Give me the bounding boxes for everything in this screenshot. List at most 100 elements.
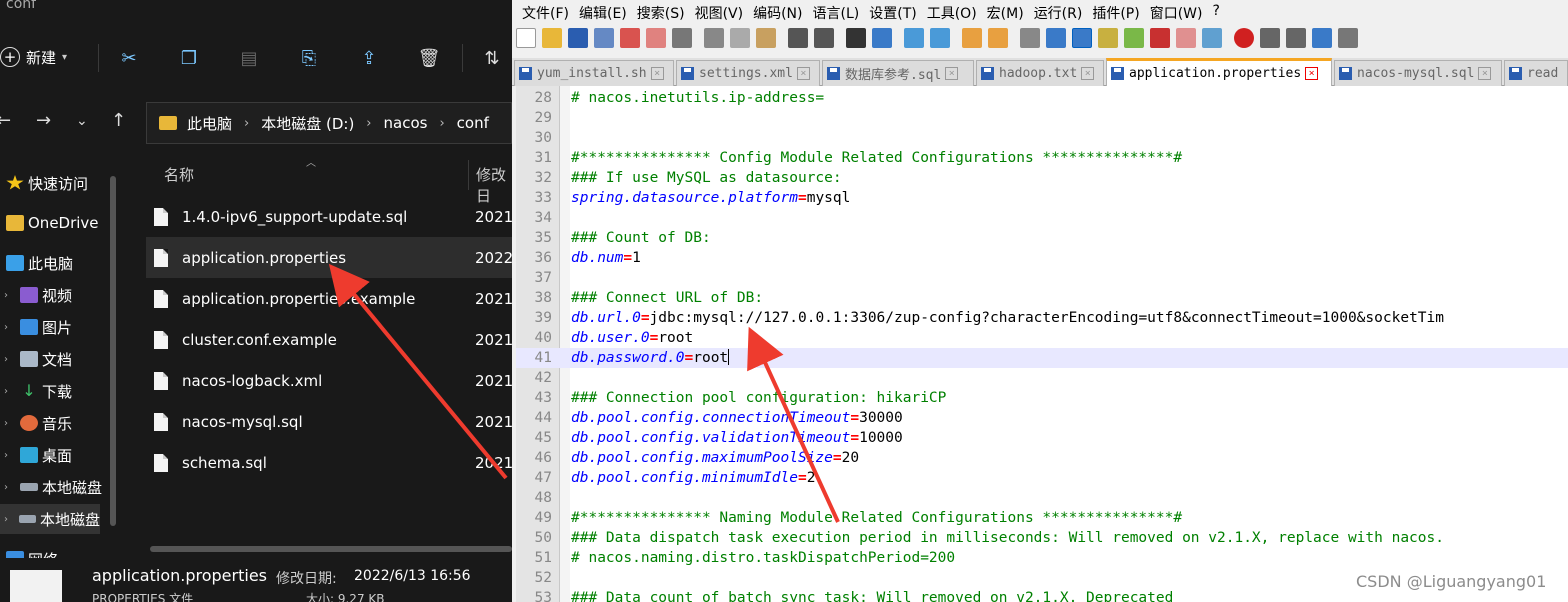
code-editor[interactable]: 28 # nacos.inetutils.ip-address= 29 30 31 #**… bbox=[516, 86, 1568, 602]
code-line[interactable]: 32 ### If use MySQL as datasource: bbox=[516, 168, 1568, 188]
code-line[interactable]: 38 ### Connect URL of DB: bbox=[516, 288, 1568, 308]
close-icon[interactable]: × bbox=[650, 67, 664, 80]
file-list-scrollbar[interactable] bbox=[150, 546, 512, 552]
tab-nacos-mysql[interactable]: nacos-mysql.sql × bbox=[1334, 60, 1502, 86]
code-line[interactable]: 29 bbox=[516, 108, 1568, 128]
udl-icon[interactable] bbox=[1098, 28, 1118, 48]
column-divider[interactable] bbox=[468, 160, 469, 190]
function-list-icon[interactable] bbox=[1150, 28, 1170, 48]
close-icon[interactable]: × bbox=[1478, 67, 1492, 80]
close-icon[interactable]: × bbox=[1305, 67, 1319, 80]
sidebar-item-local-disk-selected[interactable]: › 本地磁盘 bbox=[0, 504, 100, 534]
sidebar-item-pictures[interactable]: › 图片 bbox=[0, 312, 72, 342]
print-icon[interactable] bbox=[672, 28, 692, 48]
breadcrumb-item[interactable]: conf bbox=[457, 114, 489, 132]
expand-icon[interactable]: › bbox=[4, 514, 13, 525]
expand-icon[interactable]: › bbox=[4, 418, 14, 429]
code-line[interactable]: 33 spring.datasource.platform=mysql bbox=[516, 188, 1568, 208]
close-icon[interactable]: × bbox=[796, 67, 810, 80]
forward-arrow-icon[interactable]: → bbox=[36, 110, 51, 131]
sidebar-item-downloads[interactable]: › ↓ 下载 bbox=[0, 376, 72, 406]
code-line[interactable]: 40 db.user.0=root bbox=[516, 328, 1568, 348]
folder-workspace-icon[interactable] bbox=[1176, 28, 1196, 48]
code-line[interactable]: 39 db.url.0=jdbc:mysql://127.0.0.1:3306/z… bbox=[516, 308, 1568, 328]
cut-icon[interactable]: ✂ bbox=[117, 46, 141, 70]
share-icon[interactable]: ⇪ bbox=[357, 46, 381, 70]
file-row[interactable]: schema.sql 2021 bbox=[146, 442, 512, 483]
menu-item[interactable]: 运行(R) bbox=[1024, 0, 1083, 24]
menu-item[interactable]: 编码(N) bbox=[743, 0, 802, 24]
sync-vertical-icon[interactable] bbox=[962, 28, 982, 48]
file-row-selected[interactable]: application.properties 2022 bbox=[146, 237, 512, 278]
sidebar-item-desktop[interactable]: › 桌面 bbox=[0, 440, 72, 470]
code-line[interactable]: 34 bbox=[516, 208, 1568, 228]
delete-icon[interactable]: 🗑 bbox=[417, 46, 441, 70]
file-row[interactable]: cluster.conf.example 2021 bbox=[146, 319, 512, 360]
sort-icon[interactable]: ⇅ bbox=[480, 46, 504, 70]
up-arrow-icon[interactable]: ↑ bbox=[111, 110, 126, 131]
redo-icon[interactable] bbox=[814, 28, 834, 48]
file-row[interactable]: application.properties.example 2021 bbox=[146, 278, 512, 319]
paste-icon[interactable] bbox=[756, 28, 776, 48]
close-all-icon[interactable] bbox=[646, 28, 666, 48]
code-line[interactable]: 44 db.pool.config.connectionTimeout=30000 bbox=[516, 408, 1568, 428]
menu-item[interactable]: 编辑(E) bbox=[569, 0, 627, 24]
code-line[interactable]: 30 bbox=[516, 128, 1568, 148]
menu-item[interactable]: 宏(M) bbox=[977, 0, 1024, 24]
code-line[interactable]: 43 ### Connection pool configuration: hik… bbox=[516, 388, 1568, 408]
cut-icon[interactable] bbox=[704, 28, 724, 48]
sidebar-item-videos[interactable]: › 视频 bbox=[0, 280, 72, 310]
tab-settings-xml[interactable]: settings.xml × bbox=[676, 60, 820, 86]
menu-item[interactable]: 语言(L) bbox=[803, 0, 860, 24]
close-icon[interactable]: × bbox=[1081, 67, 1095, 80]
menu-item[interactable]: 视图(V) bbox=[685, 0, 744, 24]
column-header-name[interactable]: 名称 bbox=[164, 164, 194, 185]
rename-icon[interactable]: ⎘ bbox=[297, 46, 321, 70]
play-macro-icon[interactable] bbox=[1286, 28, 1306, 48]
paste-icon[interactable]: ▤ bbox=[237, 46, 261, 70]
sidebar-item-quick-access[interactable]: 快速访问 bbox=[0, 168, 88, 198]
stop-macro-icon[interactable] bbox=[1260, 28, 1280, 48]
new-button[interactable]: + 新建 ▾ bbox=[0, 42, 67, 72]
zoom-out-icon[interactable] bbox=[930, 28, 950, 48]
undo-icon[interactable] bbox=[788, 28, 808, 48]
address-bar[interactable]: 此电脑 › 本地磁盘 (D:) › nacos › conf bbox=[146, 102, 512, 144]
recent-chevron-icon[interactable]: ⌄ bbox=[76, 113, 88, 129]
sidebar-item-local-disk[interactable]: › 本地磁盘 bbox=[0, 472, 102, 502]
menu-item[interactable]: 文件(F) bbox=[512, 0, 569, 24]
code-line[interactable]: 46 db.pool.config.maximumPoolSize=20 bbox=[516, 448, 1568, 468]
menu-item[interactable]: 插件(P) bbox=[1082, 0, 1139, 24]
sidebar-scrollbar[interactable] bbox=[110, 176, 116, 526]
sidebar-item-onedrive[interactable]: OneDrive bbox=[0, 208, 99, 238]
doc-map-icon[interactable] bbox=[1124, 28, 1144, 48]
file-row[interactable]: 1.4.0-ipv6_support-update.sql 2021 bbox=[146, 196, 512, 237]
replace-icon[interactable] bbox=[872, 28, 892, 48]
indent-guide-icon[interactable] bbox=[1072, 28, 1092, 48]
expand-icon[interactable]: › bbox=[4, 290, 14, 301]
save-all-icon[interactable] bbox=[594, 28, 614, 48]
code-line[interactable]: 51 # nacos.naming.distro.taskDispatchPeri… bbox=[516, 548, 1568, 568]
monitor-icon[interactable] bbox=[1202, 28, 1222, 48]
save-macro-icon[interactable] bbox=[1338, 28, 1358, 48]
run-macro-multiple-icon[interactable] bbox=[1312, 28, 1332, 48]
expand-icon[interactable]: › bbox=[4, 450, 14, 461]
tab-application-properties[interactable]: application.properties × bbox=[1106, 58, 1332, 86]
code-line[interactable]: 49 #*************** Naming Module Related… bbox=[516, 508, 1568, 528]
code-line[interactable]: 48 bbox=[516, 488, 1568, 508]
expand-icon[interactable]: › bbox=[4, 354, 14, 365]
close-icon[interactable]: × bbox=[945, 67, 959, 80]
code-line[interactable]: 31 #*************** Config Module Related… bbox=[516, 148, 1568, 168]
menu-item[interactable]: 设置(T) bbox=[859, 0, 916, 24]
show-all-chars-icon[interactable] bbox=[1046, 28, 1066, 48]
open-file-icon[interactable] bbox=[542, 28, 562, 48]
menu-item[interactable]: 搜索(S) bbox=[627, 0, 685, 24]
expand-icon[interactable]: › bbox=[4, 322, 14, 333]
breadcrumb-item[interactable]: 此电脑 bbox=[187, 113, 232, 134]
code-line[interactable]: 37 bbox=[516, 268, 1568, 288]
sync-horizontal-icon[interactable] bbox=[988, 28, 1008, 48]
tab-yum-install[interactable]: yum_install.sh × bbox=[514, 60, 674, 86]
tab-hadoop[interactable]: hadoop.txt × bbox=[976, 60, 1104, 86]
copy-icon[interactable] bbox=[730, 28, 750, 48]
sidebar-item-music[interactable]: › 音乐 bbox=[0, 408, 72, 438]
file-row[interactable]: nacos-mysql.sql 2021 bbox=[146, 401, 512, 442]
